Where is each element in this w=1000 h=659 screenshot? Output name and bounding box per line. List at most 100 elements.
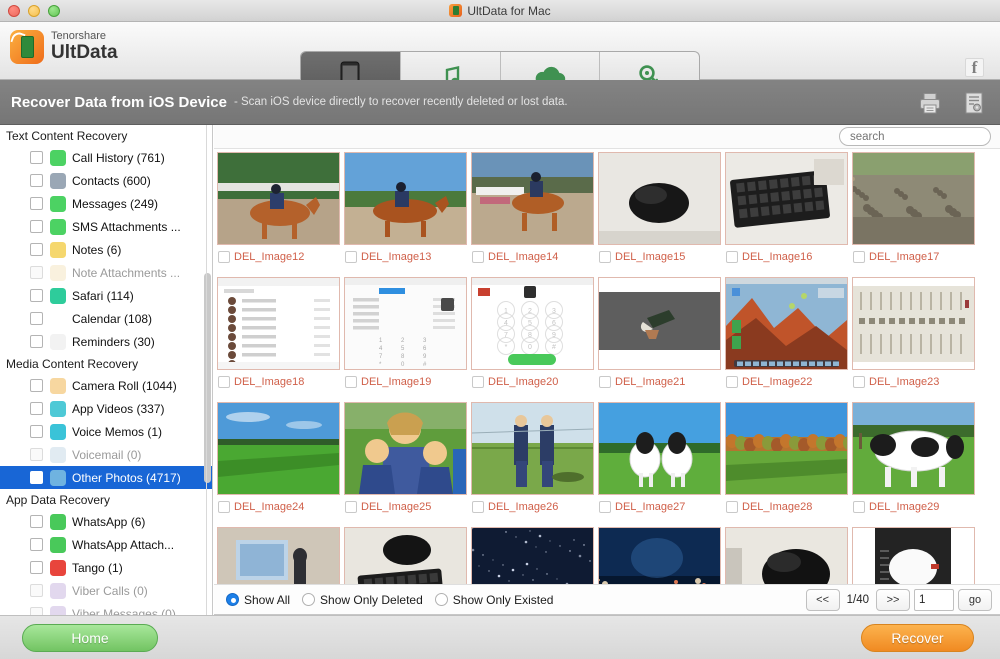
thumbnail-image[interactable]: [725, 277, 848, 370]
radio-button[interactable]: [226, 593, 239, 606]
sidebar-item-checkbox[interactable]: [30, 151, 43, 164]
radio-button[interactable]: [302, 593, 315, 606]
thumbnail-cell[interactable]: DEL_Image17: [850, 150, 976, 275]
search-input[interactable]: [839, 127, 991, 146]
sidebar-item-safari[interactable]: Safari (114): [0, 284, 212, 307]
thumbnail-image[interactable]: [217, 277, 340, 370]
thumbnail-image[interactable]: [598, 277, 721, 370]
sidebar-item-video[interactable]: App Videos (337): [0, 397, 212, 420]
thumbnail-image[interactable]: [344, 152, 467, 245]
thumbnail-checkbox[interactable]: [472, 376, 484, 388]
go-button[interactable]: go: [958, 589, 992, 611]
thumbnail-checkbox[interactable]: [472, 501, 484, 513]
thumbnail-cell[interactable]: DEL_Image18: [215, 275, 341, 400]
thumbnail-cell[interactable]: DEL_Image21: [596, 275, 722, 400]
thumbnail-image[interactable]: [852, 152, 975, 245]
thumbnail-cell[interactable]: DEL_Image27: [596, 400, 722, 525]
thumbnail-cell[interactable]: DEL_Image12: [215, 150, 341, 275]
sidebar-item-checkbox[interactable]: [30, 243, 43, 256]
thumbnail-image[interactable]: [725, 527, 848, 584]
thumbnail-cell[interactable]: DEL_Image25: [342, 400, 468, 525]
thumbnail-image[interactable]: [852, 277, 975, 370]
sidebar-item-checkbox[interactable]: [30, 197, 43, 210]
sidebar-item-paperclip[interactable]: SMS Attachments ...: [0, 215, 212, 238]
thumbnail-checkbox[interactable]: [218, 501, 230, 513]
thumbnail-cell[interactable]: DEL_Image23: [850, 275, 976, 400]
sidebar-item-checkbox[interactable]: [30, 174, 43, 187]
prev-page-button[interactable]: <<: [806, 589, 840, 611]
thumbnail-checkbox[interactable]: [726, 376, 738, 388]
thumbnail-image[interactable]: [598, 152, 721, 245]
sidebar-item-checkbox[interactable]: [30, 335, 43, 348]
thumbnail-image[interactable]: [471, 402, 594, 495]
thumbnail-image[interactable]: [725, 152, 848, 245]
thumbnail-checkbox[interactable]: [345, 376, 357, 388]
thumbnail-cell[interactable]: [342, 525, 468, 584]
thumbnail-checkbox[interactable]: [345, 501, 357, 513]
thumbnail-checkbox[interactable]: [472, 251, 484, 263]
thumbnail-checkbox[interactable]: [726, 501, 738, 513]
sidebar-item-notes[interactable]: Notes (6): [0, 238, 212, 261]
thumbnail-grid[interactable]: DEL_Image12 DEL_Image13 DEL_Image14 DEL_…: [214, 150, 1000, 584]
sidebar[interactable]: Text Content RecoveryCall History (761)C…: [0, 125, 213, 615]
thumbnail-checkbox[interactable]: [726, 251, 738, 263]
filter-option-show-all[interactable]: Show All: [226, 593, 290, 607]
thumbnail-cell[interactable]: DEL_Image29: [850, 400, 976, 525]
thumbnail-cell[interactable]: 123456789*0# DEL_Image20: [469, 275, 595, 400]
thumbnail-image[interactable]: [598, 527, 721, 584]
thumbnail-checkbox[interactable]: [345, 251, 357, 263]
sidebar-item-checkbox[interactable]: [30, 515, 43, 528]
sidebar-item-checkbox[interactable]: [30, 379, 43, 392]
sidebar-item-checkbox[interactable]: [30, 538, 43, 551]
sidebar-item-checkbox[interactable]: [30, 425, 43, 438]
zoom-button[interactable]: [48, 5, 60, 17]
thumbnail-checkbox[interactable]: [853, 501, 865, 513]
thumbnail-cell[interactable]: DEL_Image16: [723, 150, 849, 275]
thumbnail-cell[interactable]: [850, 525, 976, 584]
close-button[interactable]: [8, 5, 20, 17]
sidebar-item-microphone[interactable]: Voice Memos (1): [0, 420, 212, 443]
next-page-button[interactable]: >>: [876, 589, 910, 611]
filter-option-show-only-deleted[interactable]: Show Only Deleted: [302, 593, 423, 607]
sidebar-item-tango[interactable]: Tango (1): [0, 556, 212, 579]
sidebar-item-messages[interactable]: Messages (249): [0, 192, 212, 215]
sidebar-item-whatsapp-attach[interactable]: WhatsApp Attach...: [0, 533, 212, 556]
thumbnail-image[interactable]: [598, 402, 721, 495]
thumbnail-image[interactable]: [471, 152, 594, 245]
thumbnail-image[interactable]: [344, 402, 467, 495]
sidebar-item-reminders[interactable]: Reminders (30): [0, 330, 212, 353]
thumbnail-image[interactable]: [217, 527, 340, 584]
thumbnail-cell[interactable]: [215, 525, 341, 584]
sidebar-item-whatsapp[interactable]: WhatsApp (6): [0, 510, 212, 533]
facebook-icon[interactable]: f: [965, 58, 984, 77]
thumbnail-checkbox[interactable]: [218, 251, 230, 263]
sidebar-item-checkbox[interactable]: [30, 289, 43, 302]
print-icon[interactable]: [918, 91, 942, 115]
sidebar-item-other-photos[interactable]: Other Photos (4717): [0, 466, 212, 489]
thumbnail-checkbox[interactable]: [599, 251, 611, 263]
sidebar-item-checkbox[interactable]: [30, 312, 43, 325]
thumbnail-image[interactable]: [344, 527, 467, 584]
filter-option-show-only-existed[interactable]: Show Only Existed: [435, 593, 554, 607]
thumbnail-checkbox[interactable]: [599, 501, 611, 513]
thumbnail-cell[interactable]: [596, 525, 722, 584]
thumbnail-cell[interactable]: DEL_Image28: [723, 400, 849, 525]
thumbnail-image[interactable]: 123456789*0#: [471, 277, 594, 370]
sidebar-item-photos[interactable]: Camera Roll (1044): [0, 374, 212, 397]
recover-button[interactable]: Recover: [861, 624, 974, 652]
thumbnail-cell[interactable]: DEL_Image13: [342, 150, 468, 275]
thumbnail-checkbox[interactable]: [853, 251, 865, 263]
page-number-input[interactable]: [914, 589, 954, 611]
thumbnail-cell[interactable]: [723, 525, 849, 584]
sidebar-item-phone[interactable]: Call History (761): [0, 146, 212, 169]
export-report-icon[interactable]: [962, 91, 986, 115]
sidebar-item-checkbox[interactable]: [30, 561, 43, 574]
sidebar-item-checkbox[interactable]: [30, 471, 43, 484]
thumbnail-cell[interactable]: DEL_Image14: [469, 150, 595, 275]
thumbnail-image[interactable]: [471, 527, 594, 584]
thumbnail-image[interactable]: [852, 527, 975, 584]
thumbnail-image[interactable]: [852, 402, 975, 495]
thumbnail-image[interactable]: [217, 402, 340, 495]
thumbnail-checkbox[interactable]: [218, 376, 230, 388]
thumbnail-cell[interactable]: DEL_Image26: [469, 400, 595, 525]
